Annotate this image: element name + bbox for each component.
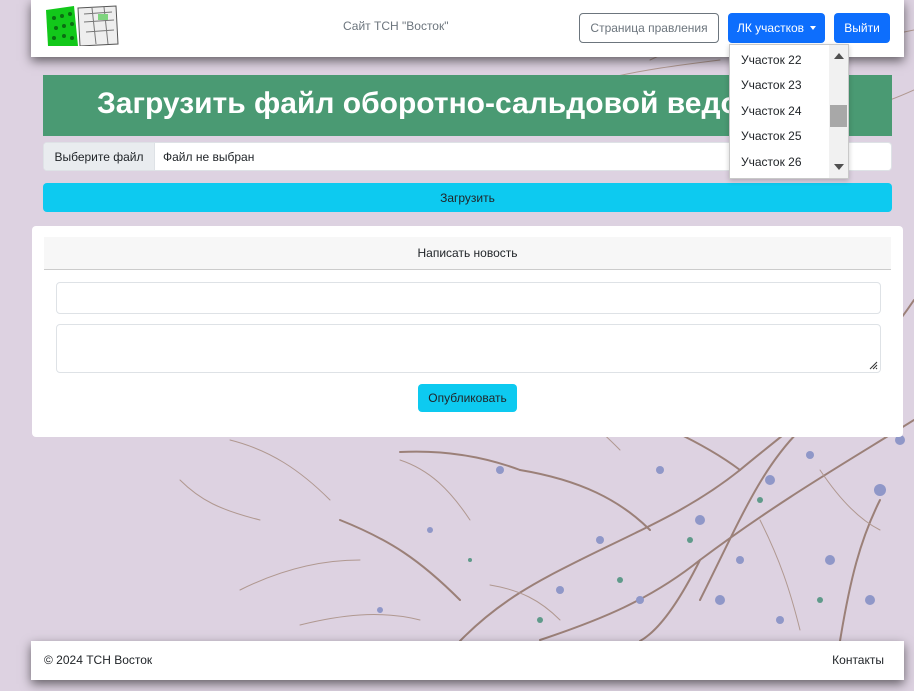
contacts-link[interactable]: Контакты [832, 653, 884, 667]
lk-dropdown-button[interactable]: ЛК участков [728, 13, 825, 43]
site-title-link[interactable]: Сайт ТСН "Восток" [343, 19, 449, 33]
scroll-down-icon[interactable] [834, 164, 844, 170]
news-text-input[interactable] [56, 324, 881, 373]
dropdown-scrollbar[interactable] [829, 45, 848, 178]
choose-file-button[interactable]: Выберите файл [44, 143, 155, 170]
upload-button[interactable]: Загрузить [43, 183, 892, 212]
scroll-up-icon[interactable] [834, 53, 844, 59]
logout-button[interactable]: Выйти [834, 13, 890, 43]
lk-dropdown-menu[interactable]: Участок 22 Участок 23 Участок 24 Участок… [729, 44, 849, 179]
news-card: Написать новость Опубликовать [32, 226, 903, 437]
logo-image[interactable] [44, 4, 120, 46]
dropdown-item-plot-23[interactable]: Участок 23 [741, 78, 802, 92]
copyright-text: © 2024 ТСН Восток [44, 653, 153, 667]
scrollbar-thumb[interactable] [830, 105, 847, 127]
dropdown-item-plot-24[interactable]: Участок 24 [741, 104, 802, 118]
news-card-header: Написать новость [44, 237, 891, 270]
file-status-text: Файл не выбран [163, 150, 255, 164]
footer: © 2024 ТСН Восток Контакты [31, 641, 904, 680]
publish-button[interactable]: Опубликовать [418, 384, 517, 412]
dropdown-item-plot-25[interactable]: Участок 25 [741, 129, 802, 143]
dropdown-item-plot-22[interactable]: Участок 22 [741, 53, 802, 67]
board-page-button[interactable]: Страница правления [579, 13, 719, 43]
lk-dropdown-label: ЛК участков [736, 21, 805, 35]
resize-handle-icon[interactable] [869, 361, 878, 370]
caret-down-icon [810, 26, 817, 30]
upload-title: Загрузить файл оборотно-сальдовой ведомо… [97, 87, 829, 120]
news-title-input[interactable] [56, 282, 881, 314]
dropdown-item-plot-26[interactable]: Участок 26 [741, 155, 802, 169]
